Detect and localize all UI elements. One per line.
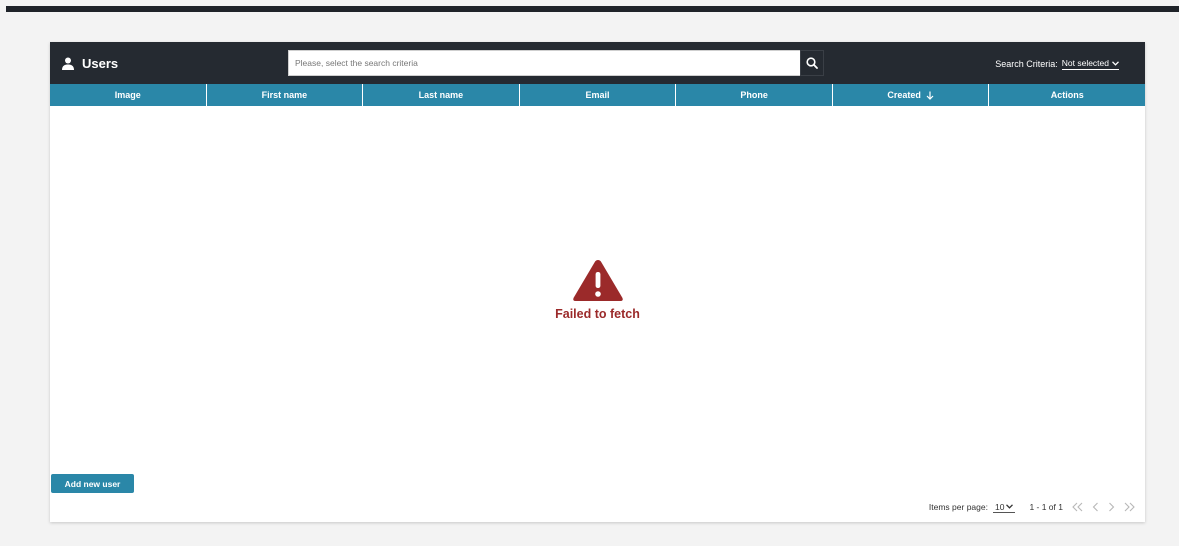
error-state: Failed to fetch — [50, 257, 1145, 321]
search-criteria-select[interactable]: Not selected — [1061, 58, 1119, 70]
chevron-down-icon — [1006, 504, 1014, 509]
column-actions: Actions — [989, 84, 1145, 106]
next-page-button[interactable] — [1108, 502, 1115, 512]
previous-page-button[interactable] — [1092, 502, 1099, 512]
paginator: Items per page: 10 1 - 1 of 1 — [929, 500, 1135, 514]
table-header: Image First name Last name Email Phone C… — [50, 84, 1145, 106]
search-box — [288, 50, 822, 76]
error-message: Failed to fetch — [555, 307, 640, 321]
items-per-page-value: 10 — [994, 501, 1005, 512]
column-first-name[interactable]: First name — [207, 84, 364, 106]
search-button[interactable] — [800, 50, 824, 76]
page-range: 1 - 1 of 1 — [1029, 502, 1063, 512]
column-image-label: Image — [114, 90, 141, 100]
users-panel: Users Search Criteria: Not selected Imag… — [50, 42, 1145, 522]
double-chevron-right-icon — [1124, 502, 1135, 512]
page-title: Users — [62, 55, 118, 71]
items-per-page-select[interactable]: 10 — [992, 501, 1016, 513]
double-chevron-left-icon — [1072, 502, 1083, 512]
chevron-down-icon — [1112, 60, 1119, 66]
top-bar — [6, 6, 1179, 12]
column-created-label: Created — [887, 90, 921, 100]
warning-icon — [572, 260, 623, 301]
panel-header: Users Search Criteria: Not selected — [50, 42, 1145, 84]
column-actions-label: Actions — [1050, 90, 1084, 100]
user-icon — [62, 57, 74, 70]
search-criteria-value: Not selected — [1061, 58, 1109, 68]
column-phone[interactable]: Phone — [676, 84, 833, 106]
chevron-right-icon — [1109, 502, 1115, 512]
column-email-label: Email — [585, 90, 610, 100]
sort-arrow-down-icon — [926, 91, 934, 100]
first-page-button[interactable] — [1072, 502, 1083, 512]
search-criteria-label: Search Criteria: — [995, 59, 1058, 69]
last-page-button[interactable] — [1124, 502, 1135, 512]
column-phone-label: Phone — [740, 90, 768, 100]
search-criteria: Search Criteria: Not selected — [995, 58, 1119, 70]
column-first-name-label: First name — [261, 90, 308, 100]
add-user-button[interactable]: Add new user — [51, 474, 134, 493]
column-last-name[interactable]: Last name — [363, 84, 520, 106]
chevron-left-icon — [1092, 502, 1098, 512]
search-icon — [806, 57, 818, 69]
column-image: Image — [50, 84, 207, 106]
page-title-text: Users — [82, 55, 119, 71]
items-per-page-label: Items per page: — [928, 502, 988, 512]
search-input[interactable] — [289, 51, 821, 75]
column-last-name-label: Last name — [418, 90, 464, 100]
column-email[interactable]: Email — [520, 84, 677, 106]
column-created[interactable]: Created — [833, 84, 990, 106]
